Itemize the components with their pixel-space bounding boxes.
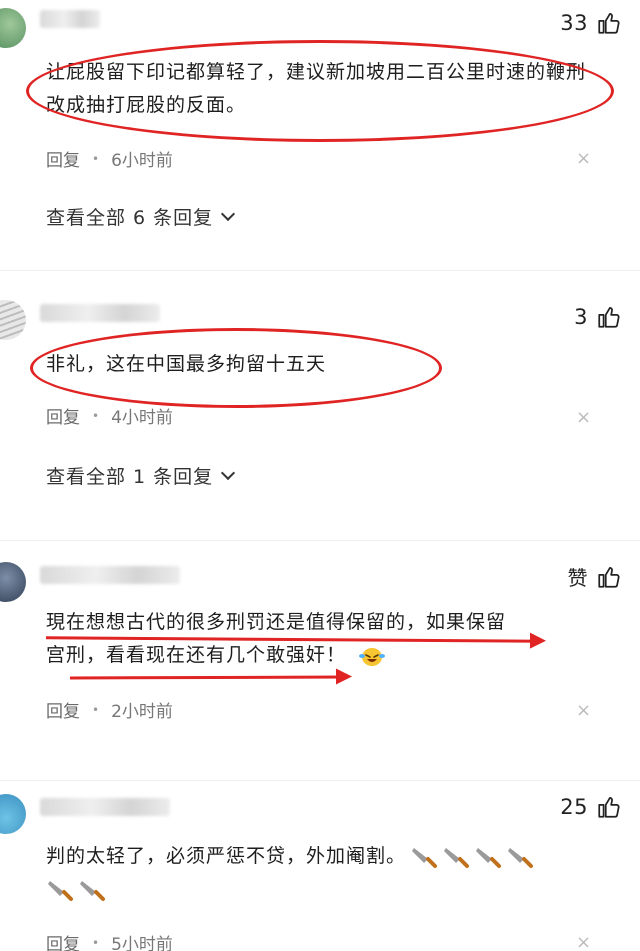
like-count: 3 xyxy=(574,305,588,329)
view-replies-button[interactable]: 查看全部 6 条回复 xyxy=(46,203,236,230)
thumbs-up-icon xyxy=(598,307,620,328)
timestamp: 2小时前 xyxy=(111,702,173,722)
like-button[interactable]: 33 xyxy=(560,10,622,36)
comment-meta: 回复 • 4小时前 xyxy=(46,403,173,428)
like-button[interactable]: 25 xyxy=(560,794,622,820)
close-icon[interactable]: × xyxy=(576,702,591,720)
avatar[interactable] xyxy=(0,300,26,340)
view-replies-button[interactable]: 查看全部 1 条回复 xyxy=(46,462,236,489)
comment-text: 現在想想古代的很多刑罚还是值得保留的，如果保留 宫刑，看看现在还有几个敢强奸！ xyxy=(46,606,620,672)
separator-dot: • xyxy=(92,702,100,717)
username-blurred[interactable] xyxy=(40,566,180,584)
thumbs-up-icon xyxy=(598,566,620,588)
view-replies-label: 查看全部 1 条回复 xyxy=(46,466,214,488)
timestamp: 5小时前 xyxy=(111,935,173,951)
like-button[interactable]: 3 xyxy=(574,304,622,330)
comment-text: 判的太轻了，必须严惩不贷，外加阉割。 xyxy=(46,840,610,906)
emoji-line xyxy=(42,873,610,906)
username-blurred[interactable] xyxy=(40,304,160,322)
comment-text-line1: 現在想想古代的很多刑罚还是值得保留的，如果保留 xyxy=(46,611,507,633)
avatar[interactable] xyxy=(0,562,26,602)
comment-text-content: 判的太轻了，必须严惩不贷，外加阉割。 xyxy=(46,845,407,867)
timestamp: 6小时前 xyxy=(111,151,173,171)
like-count: 33 xyxy=(560,11,588,35)
like-button[interactable]: 赞 xyxy=(568,562,623,591)
kitchen-knife-emoji-icon xyxy=(476,847,502,868)
reply-button[interactable]: 回复 xyxy=(46,146,80,171)
comment-meta: 回复 • 5小时前 xyxy=(46,930,173,951)
comment-text-line2: 宫刑，看看现在还有几个敢强奸！ xyxy=(46,644,347,666)
comment-meta: 回复 • 2小时前 xyxy=(46,697,173,722)
chevron-down-icon xyxy=(221,206,236,221)
annotation-arrow xyxy=(69,675,349,680)
comment-text-line2-wrap: 宫刑，看看现在还有几个敢强奸！ xyxy=(46,639,620,672)
comment-4: 25 判的太轻了，必须严惩不贷，外加阉割。 回复 • 5小时前 × xyxy=(0,780,640,951)
avatar[interactable] xyxy=(0,794,26,834)
close-icon[interactable]: × xyxy=(576,150,591,168)
timestamp: 4小时前 xyxy=(111,408,173,428)
username-blurred[interactable] xyxy=(40,10,100,28)
comment-text: 让屁股留下印记都算轻了，建议新加坡用二百公里时速的鞭刑改成抽打屁股的反面。 xyxy=(46,61,587,116)
separator-dot: • xyxy=(92,151,100,166)
separator-dot: • xyxy=(92,408,100,423)
reply-button[interactable]: 回复 xyxy=(46,403,80,428)
kitchen-knife-emoji-icon xyxy=(444,847,470,868)
thumbs-up-icon xyxy=(598,797,620,818)
username-blurred[interactable] xyxy=(40,798,170,816)
comment-3: 赞 現在想想古代的很多刑罚还是值得保留的，如果保留 宫刑，看看现在还有几个敢强奸… xyxy=(0,540,640,780)
avatar[interactable] xyxy=(0,8,26,48)
comment-2: 3 非礼，这在中国最多拘留十五天 回复 • 4小时前 × 查看全部 1 条回复 xyxy=(0,270,640,540)
kitchen-knife-emoji-icon xyxy=(80,880,105,901)
chevron-down-icon xyxy=(221,465,236,480)
laughing-crying-emoji-icon xyxy=(359,647,386,666)
close-icon[interactable]: × xyxy=(576,934,591,951)
kitchen-knife-emoji-icon xyxy=(412,847,438,868)
close-icon[interactable]: × xyxy=(576,409,591,427)
reply-button[interactable]: 回复 xyxy=(46,697,80,722)
kitchen-knife-emoji-icon xyxy=(508,847,534,868)
comment-1: 33 让屁股留下印记都算轻了，建议新加坡用二百公里时速的鞭刑改成抽打屁股的反面。… xyxy=(0,0,640,270)
comment-text: 非礼，这在中国最多拘留十五天 xyxy=(46,353,327,375)
reply-button[interactable]: 回复 xyxy=(46,930,80,951)
kitchen-knife-emoji-icon xyxy=(48,880,73,901)
view-replies-label: 查看全部 6 条回复 xyxy=(46,207,214,229)
separator-dot: • xyxy=(92,935,100,950)
comment-meta: 回复 • 6小时前 xyxy=(46,146,173,171)
like-count: 25 xyxy=(560,795,588,819)
like-count: 赞 xyxy=(567,566,588,590)
thumbs-up-icon xyxy=(598,13,620,34)
